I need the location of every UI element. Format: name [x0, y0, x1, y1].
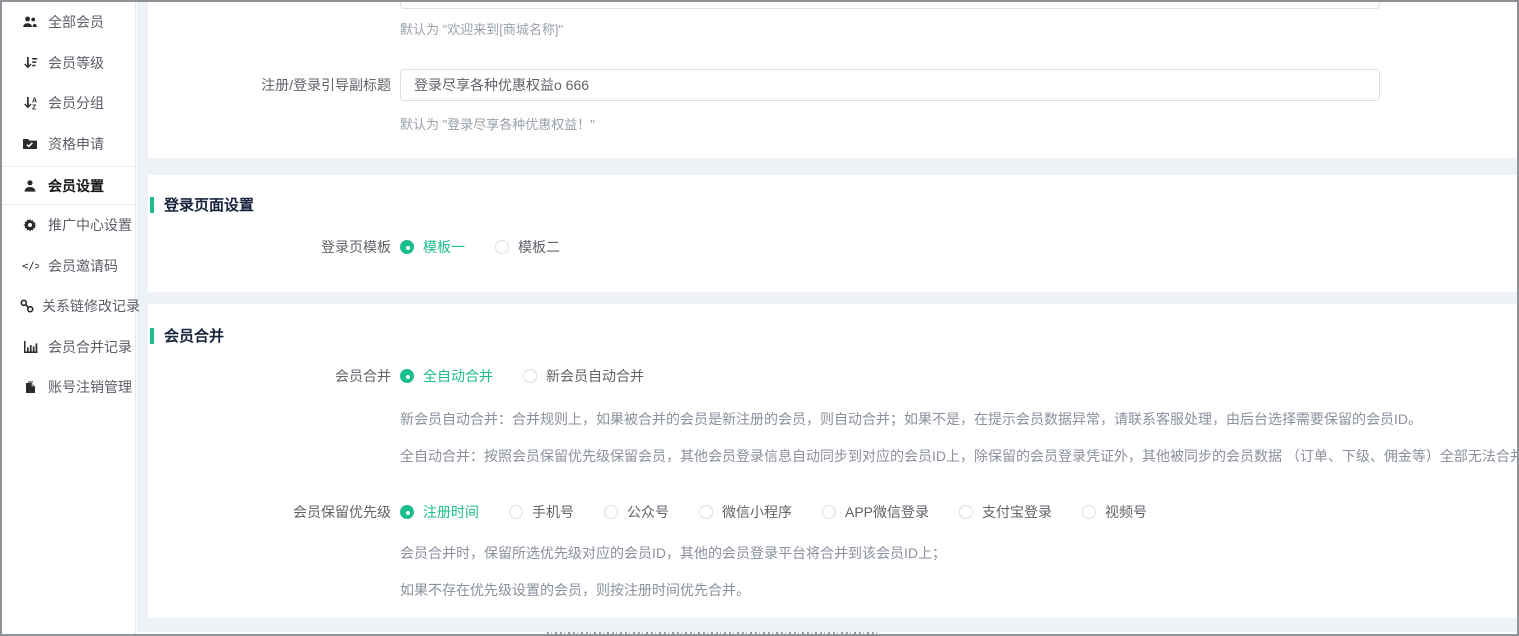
code-icon: </>	[20, 259, 40, 272]
merge-mode-radio-group: 全自动合并 新会员自动合并	[400, 366, 674, 386]
sidebar-item-label: 会员设置	[48, 176, 104, 196]
svg-text:Z: Z	[32, 105, 37, 110]
file-copy-icon	[20, 380, 40, 394]
sidebar-item-label: 推广中心设置	[48, 215, 132, 235]
app-window: 全部会员会员等级 AZ 会员分组资格申请会员设置推广中心设置 </> 会员邀请码关系链修…	[0, 0, 1519, 636]
radio-option-new-member-auto-merge[interactable]: 新会员自动合并	[523, 366, 644, 386]
subtitle-input-value: 登录尽享各种优惠权益o 666	[414, 75, 589, 95]
subtitle-default-hint: 默认为 "登录尽享各种优惠权益！"	[400, 114, 1517, 133]
radio-selected-icon	[400, 240, 414, 254]
login-template-radio-group: 模板一 模板二	[400, 237, 590, 257]
sidebar-item-qualification[interactable]: 资格申请	[2, 124, 135, 165]
radio-unselected-icon	[495, 240, 509, 254]
radio-option-alipay-login[interactable]: 支付宝登录	[959, 502, 1052, 522]
section-title: 登录页面设置	[164, 194, 254, 215]
gear-icon	[20, 218, 40, 232]
radio-selected-icon	[400, 505, 414, 519]
svg-text:</>: </>	[22, 261, 39, 273]
priority-label: 会员保留优先级	[148, 502, 400, 522]
link-icon	[20, 299, 34, 313]
subtitle-label: 注册/登录引导副标题	[148, 75, 400, 95]
radio-option-template-2[interactable]: 模板二	[495, 237, 560, 257]
sidebar-item-merge-records[interactable]: 会员合并记录	[2, 327, 135, 368]
radio-option-label: 新会员自动合并	[546, 366, 644, 386]
radio-option-label: 手机号	[532, 502, 574, 522]
merge-mode-label: 会员合并	[148, 366, 400, 386]
guide-settings-card: 默认为 "欢迎来到[商城名称]" 注册/登录引导副标题 登录尽享各种优惠权益o …	[148, 2, 1517, 158]
priority-radio-group: 注册时间 手机号 公众号 微信小程序 APP微信登录 支付宝登录 视频号	[400, 502, 1177, 522]
radio-option-label: APP微信登录	[845, 502, 929, 522]
radio-unselected-icon	[959, 505, 973, 519]
sidebar-item-label: 关系链修改记录	[42, 296, 140, 316]
radio-unselected-icon	[1082, 505, 1096, 519]
footer-gap	[137, 618, 1517, 634]
radio-option-register-time[interactable]: 注册时间	[400, 502, 479, 522]
sort-alpha-icon: AZ	[20, 96, 40, 110]
login-template-label: 登录页模板	[148, 237, 400, 257]
merge-desc-full-auto: 全自动合并：按照会员保留优先级保留会员，其他会员登录信息自动同步到对应的会员ID…	[400, 446, 1517, 466]
radio-option-full-auto-merge[interactable]: 全自动合并	[400, 366, 493, 386]
subtitle-input[interactable]: 登录尽享各种优惠权益o 666	[400, 69, 1380, 101]
radio-option-label: 公众号	[627, 502, 669, 522]
radio-option-label: 支付宝登录	[982, 502, 1052, 522]
merge-desc-new-member: 新会员自动合并：合并规则上，如果被合并的会员是新注册的会员，则自动合并；如果不是…	[400, 409, 1517, 429]
radio-option-app-wechat-login[interactable]: APP微信登录	[822, 502, 929, 522]
section-title: 会员合并	[164, 325, 224, 346]
sidebar-item-member-levels[interactable]: 会员等级	[2, 43, 135, 84]
sidebar-item-label: 资格申请	[48, 134, 104, 154]
sidebar-item-all-members[interactable]: 全部会员	[2, 2, 135, 43]
radio-option-wechat-miniapp[interactable]: 微信小程序	[699, 502, 792, 522]
sidebar-item-relation-log[interactable]: 关系链修改记录	[2, 286, 135, 327]
sidebar-item-account-closure[interactable]: 账号注销管理	[2, 367, 135, 408]
bar-chart-icon	[20, 340, 40, 354]
users-icon	[20, 15, 40, 29]
footer-cutoff-strip	[137, 632, 1517, 634]
radio-option-phone-number[interactable]: 手机号	[509, 502, 574, 522]
section-accent-bar-icon	[150, 197, 154, 213]
radio-unselected-icon	[523, 369, 537, 383]
radio-option-template-1[interactable]: 模板一	[400, 237, 465, 257]
folder-check-icon	[20, 137, 40, 151]
sidebar-item-label: 会员邀请码	[48, 256, 118, 276]
login-page-settings-card: 登录页面设置 登录页模板 模板一 模板二	[148, 175, 1517, 292]
welcome-title-input[interactable]	[400, 2, 1380, 9]
sidebar-item-label: 会员分组	[48, 93, 104, 113]
sidebar-item-label: 会员合并记录	[48, 337, 132, 357]
radio-option-official-account[interactable]: 公众号	[604, 502, 669, 522]
radio-unselected-icon	[509, 505, 523, 519]
radio-selected-icon	[400, 369, 414, 383]
radio-unselected-icon	[699, 505, 713, 519]
sidebar-menu: 全部会员会员等级 AZ 会员分组资格申请会员设置推广中心设置 </> 会员邀请码关系链修…	[2, 2, 135, 408]
sort-numeric-icon	[20, 56, 40, 70]
radio-option-label: 视频号	[1105, 502, 1147, 522]
sidebar-item-member-groups[interactable]: AZ 会员分组	[2, 83, 135, 124]
priority-desc-fallback: 如果不存在优先级设置的会员，则按注册时间优先合并。	[400, 580, 1517, 600]
sidebar-item-label: 会员等级	[48, 53, 104, 73]
user-icon	[20, 179, 40, 193]
radio-option-video-account[interactable]: 视频号	[1082, 502, 1147, 522]
footer-text-cutoff	[547, 632, 877, 634]
section-header: 登录页面设置	[150, 194, 1517, 215]
radio-option-label: 模板一	[423, 237, 465, 257]
main-content: 默认为 "欢迎来到[商城名称]" 注册/登录引导副标题 登录尽享各种优惠权益o …	[137, 2, 1517, 634]
sidebar: 全部会员会员等级 AZ 会员分组资格申请会员设置推广中心设置 </> 会员邀请码关系链修…	[2, 2, 136, 634]
sidebar-item-promotion-center[interactable]: 推广中心设置	[2, 205, 135, 246]
member-merge-card: 会员合并 会员合并 全自动合并 新会员自动合并 新会员自动合并：合并规则上，如果被…	[148, 304, 1517, 618]
svg-text:A: A	[32, 98, 37, 105]
sidebar-item-label: 账号注销管理	[48, 377, 132, 397]
radio-option-label: 模板二	[518, 237, 560, 257]
section-header: 会员合并	[150, 325, 1517, 346]
section-accent-bar-icon	[150, 328, 154, 344]
radio-option-label: 微信小程序	[722, 502, 792, 522]
radio-option-label: 全自动合并	[423, 366, 493, 386]
sidebar-item-invite-code[interactable]: </> 会员邀请码	[2, 246, 135, 287]
priority-desc-keep: 会员合并时，保留所选优先级对应的会员ID，其他的会员登录平台将合并到该会员ID上…	[400, 543, 1517, 563]
sidebar-item-label: 全部会员	[48, 12, 104, 32]
radio-option-label: 注册时间	[423, 502, 479, 522]
radio-unselected-icon	[822, 505, 836, 519]
radio-unselected-icon	[604, 505, 618, 519]
sidebar-item-member-settings[interactable]: 会员设置	[2, 166, 135, 205]
welcome-default-hint: 默认为 "欢迎来到[商城名称]"	[400, 19, 1517, 38]
